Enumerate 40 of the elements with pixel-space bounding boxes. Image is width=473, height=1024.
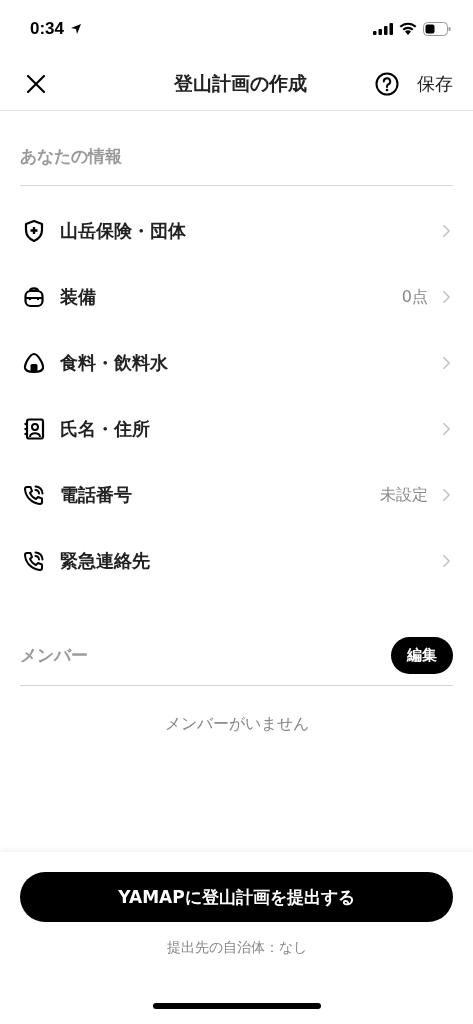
settings-row[interactable]: 山岳保険・団体 — [0, 198, 473, 264]
row-label: 食料・飲料水 — [60, 351, 168, 375]
location-arrow-icon — [70, 22, 83, 35]
settings-row[interactable]: 氏名・住所 — [0, 396, 473, 462]
screen-title: 登山計画の作成 — [173, 70, 308, 96]
settings-row[interactable]: 食料・飲料水 — [0, 330, 473, 396]
section-heading: あなたの情報 — [20, 144, 123, 168]
chevron-right-icon — [442, 422, 451, 436]
section-heading: メンバー — [20, 644, 89, 667]
settings-row[interactable]: 緊急連絡先 — [0, 528, 473, 594]
contact-card-icon — [22, 417, 46, 441]
status-time: 0:34 — [30, 18, 65, 39]
shield-plus-icon — [22, 219, 46, 243]
row-value: 0点 — [401, 286, 428, 308]
row-value: 未設定 — [380, 484, 428, 506]
settings-row[interactable]: 電話番号 未設定 — [0, 462, 473, 528]
wifi-icon — [399, 22, 417, 35]
phone-call-icon — [22, 549, 46, 573]
row-label: 氏名・住所 — [60, 417, 150, 441]
row-label: 電話番号 — [60, 483, 132, 507]
row-label: 緊急連絡先 — [60, 549, 150, 573]
save-button[interactable]: 保存 — [417, 71, 453, 96]
row-label: 装備 — [60, 285, 96, 309]
chevron-right-icon — [442, 224, 451, 238]
phone-call-icon — [22, 483, 46, 507]
empty-message: メンバーがいません — [163, 714, 310, 735]
submission-note: 提出先の自治体：なし — [166, 939, 307, 957]
chevron-right-icon — [442, 290, 451, 304]
chevron-right-icon — [442, 356, 451, 370]
backpack-icon — [22, 285, 46, 309]
edit-button[interactable]: 編集 — [391, 637, 453, 674]
battery-icon — [423, 21, 451, 36]
close-icon[interactable] — [26, 73, 46, 94]
chevron-right-icon — [442, 488, 451, 502]
row-label: 山岳保険・団体 — [60, 219, 186, 243]
chevron-right-icon — [442, 554, 451, 568]
help-icon[interactable] — [375, 71, 399, 96]
settings-row[interactable]: 装備 0点 — [0, 264, 473, 330]
submit-button[interactable]: YAMAPに登山計画を提出する — [20, 872, 453, 922]
signal-icon — [373, 22, 393, 35]
